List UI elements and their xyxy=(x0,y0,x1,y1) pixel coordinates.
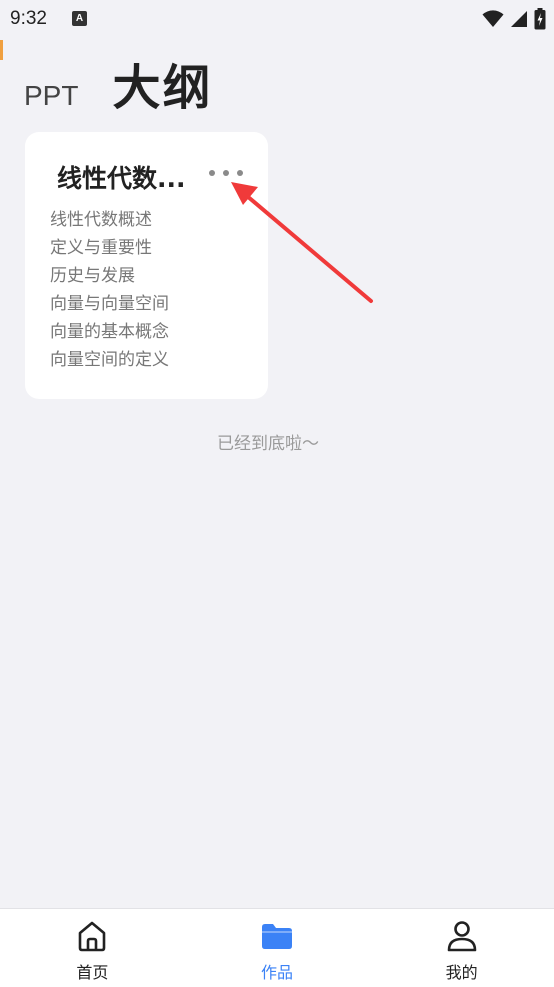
more-dot xyxy=(237,170,243,176)
nav-label-works: 作品 xyxy=(261,963,294,982)
page-title: 大纲 xyxy=(112,60,213,116)
status-bar: 9:32 A xyxy=(0,0,554,40)
status-time: 9:32 xyxy=(10,8,47,29)
nav-label-home: 首页 xyxy=(76,963,109,982)
user-icon xyxy=(447,921,476,952)
notification-a-icon: A xyxy=(72,11,87,26)
status-icons xyxy=(482,8,546,30)
outline-item: 向量的基本概念 xyxy=(50,322,169,342)
more-dot xyxy=(209,170,215,176)
outline-item: 定义与重要性 xyxy=(50,238,152,258)
header-prefix: PPT xyxy=(24,80,79,111)
nav-item-works[interactable]: 作品 xyxy=(185,909,370,987)
outline-item: 向量与向量空间 xyxy=(50,294,169,314)
outline-items: 线性代数概述 定义与重要性 历史与发展 向量与向量空间 向量的基本概念 向量空间… xyxy=(50,206,169,374)
nav-item-mine[interactable]: 我的 xyxy=(369,909,554,987)
signal-icon xyxy=(511,11,527,27)
outline-item: 线性代数概述 xyxy=(50,210,152,230)
folder-icon xyxy=(262,924,292,949)
wifi-icon xyxy=(482,10,504,27)
nav-label-mine: 我的 xyxy=(445,963,478,982)
outline-item: 向量空间的定义 xyxy=(50,350,169,370)
more-horizontal-icon[interactable] xyxy=(209,166,243,180)
outline-item: 历史与发展 xyxy=(50,266,135,286)
outline-card[interactable]: 线性代数... 线性代数概述 定义与重要性 历史与发展 向量与向量空间 向量的基… xyxy=(25,132,268,399)
battery-charging-icon xyxy=(534,8,546,30)
left-edge-marker xyxy=(0,40,3,60)
end-of-list-text: 已经到底啦～ xyxy=(217,434,319,454)
page-header: PPT 大纲 xyxy=(24,48,212,118)
bottom-nav: 首页 作品 我的 xyxy=(0,908,554,987)
outline-card-title: 线性代数... xyxy=(57,164,186,193)
nav-item-home[interactable]: 首页 xyxy=(0,909,185,987)
more-dot xyxy=(223,170,229,176)
home-icon xyxy=(79,921,106,952)
